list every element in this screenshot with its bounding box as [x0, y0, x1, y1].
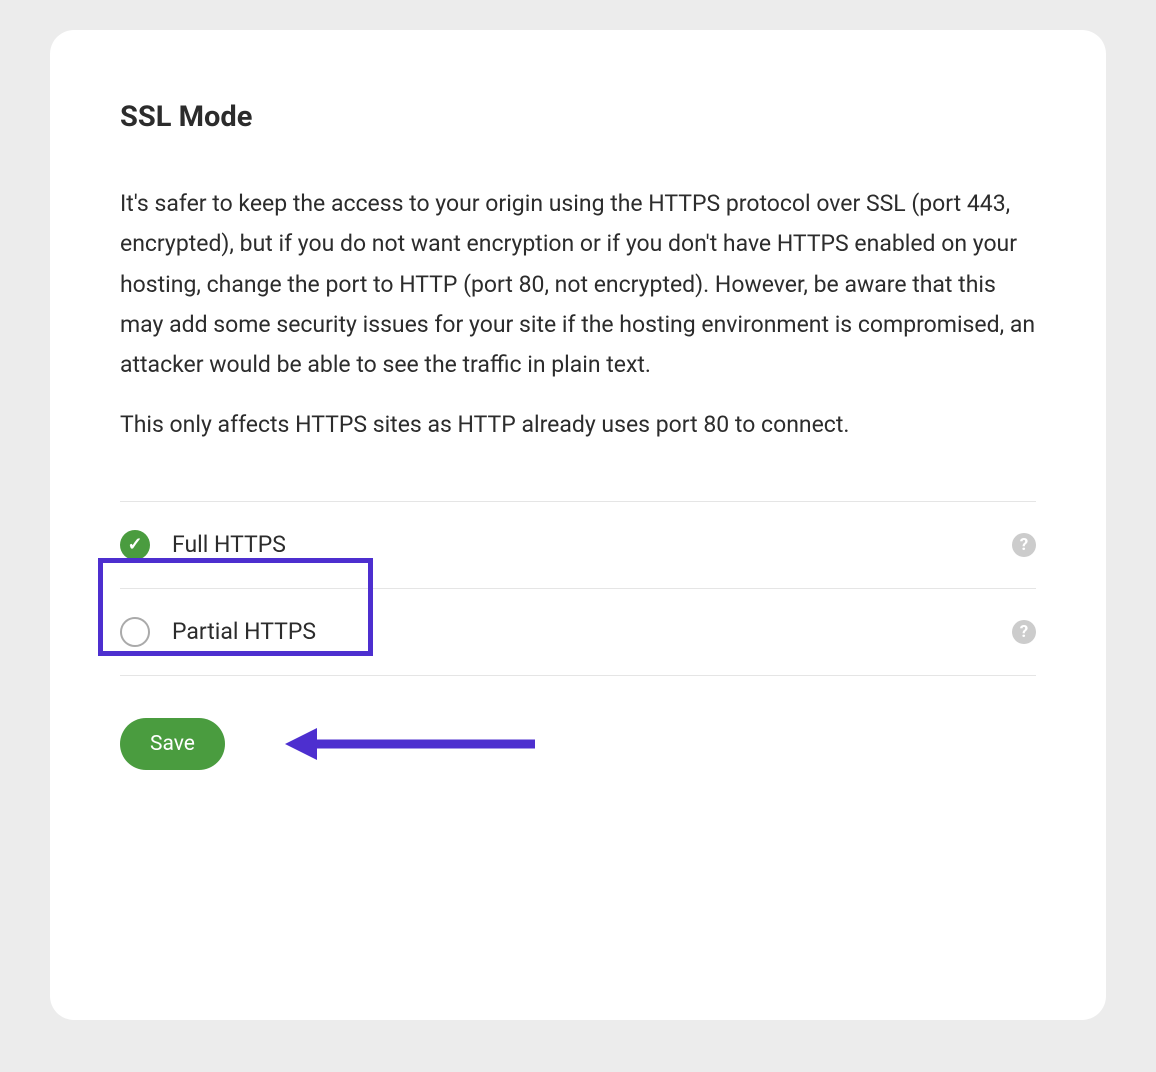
- save-row: Save: [120, 718, 1036, 770]
- checkmark-icon: ✓: [127, 536, 142, 554]
- option-label-full-https: Full HTTPS: [172, 531, 286, 558]
- annotation-arrow: [285, 724, 535, 764]
- ssl-options-list: ✓ Full HTTPS ? Partial HTTPS ?: [120, 501, 1036, 676]
- radio-unchecked-icon[interactable]: [120, 617, 150, 647]
- option-left: Partial HTTPS: [120, 617, 316, 647]
- option-partial-https[interactable]: Partial HTTPS ?: [120, 588, 1036, 676]
- help-icon[interactable]: ?: [1012, 533, 1036, 557]
- arrow-left-icon: [285, 724, 535, 764]
- description-paragraph-2: This only affects HTTPS sites as HTTP al…: [120, 405, 1036, 445]
- radio-checked-icon[interactable]: ✓: [120, 530, 150, 560]
- option-left: ✓ Full HTTPS: [120, 530, 286, 560]
- save-button[interactable]: Save: [120, 718, 225, 770]
- card-title: SSL Mode: [120, 100, 1036, 134]
- ssl-mode-card: SSL Mode It's safer to keep the access t…: [50, 30, 1106, 1020]
- option-label-partial-https: Partial HTTPS: [172, 618, 316, 645]
- option-full-https[interactable]: ✓ Full HTTPS ?: [120, 501, 1036, 588]
- description-paragraph-1: It's safer to keep the access to your or…: [120, 184, 1036, 385]
- help-icon[interactable]: ?: [1012, 620, 1036, 644]
